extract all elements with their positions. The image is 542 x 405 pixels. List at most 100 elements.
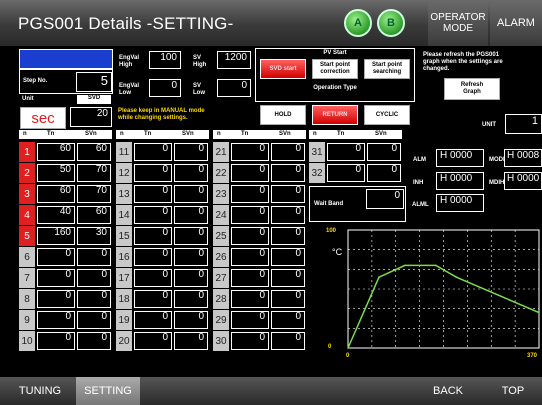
step-time-input[interactable]: 0 bbox=[327, 143, 365, 161]
step-time-input[interactable]: 0 bbox=[134, 290, 172, 308]
step-sv-input[interactable]: 0 bbox=[77, 290, 111, 308]
step-time-input[interactable]: 0 bbox=[231, 227, 269, 245]
step-sv-input[interactable]: 0 bbox=[271, 206, 305, 224]
step-sv-input[interactable]: 0 bbox=[271, 269, 305, 287]
sv-low-input[interactable]: 0 bbox=[217, 79, 251, 97]
step-time-input[interactable]: 60 bbox=[37, 143, 75, 161]
step-time-input[interactable]: 0 bbox=[134, 269, 172, 287]
step-sv-input[interactable]: 0 bbox=[174, 206, 208, 224]
step-number: 29 bbox=[213, 310, 229, 330]
step-time-input[interactable]: 0 bbox=[134, 311, 172, 329]
step-sv-input[interactable]: 0 bbox=[174, 332, 208, 350]
cyclic-button[interactable]: CYCLIC bbox=[364, 105, 410, 125]
step-time-input[interactable]: 40 bbox=[37, 206, 75, 224]
table-row: 18 0 0 bbox=[116, 289, 209, 309]
step-time-input[interactable]: 0 bbox=[231, 332, 269, 350]
step-time-input[interactable]: 0 bbox=[231, 185, 269, 203]
step-sv-input[interactable]: 0 bbox=[174, 227, 208, 245]
step-time-input[interactable]: 0 bbox=[37, 311, 75, 329]
step-sv-input[interactable]: 0 bbox=[271, 248, 305, 266]
top-button[interactable]: TOP bbox=[484, 377, 542, 405]
step-time-input[interactable]: 0 bbox=[134, 164, 172, 182]
step-number: 4 bbox=[19, 205, 35, 225]
step-time-input[interactable]: 0 bbox=[37, 248, 75, 266]
unit-box-input[interactable]: 1 bbox=[505, 114, 542, 134]
step-sv-input[interactable]: 0 bbox=[271, 164, 305, 182]
table-header: n Tn SVn bbox=[19, 130, 112, 139]
step-time-input[interactable]: 0 bbox=[134, 143, 172, 161]
step-sv-input[interactable]: 0 bbox=[271, 143, 305, 161]
step-time-input[interactable]: 0 bbox=[37, 332, 75, 350]
tuning-tab[interactable]: TUNING bbox=[8, 377, 72, 405]
step-sv-input[interactable]: 0 bbox=[174, 311, 208, 329]
step-sv-input[interactable]: 0 bbox=[271, 332, 305, 350]
engval-low-input[interactable]: 0 bbox=[149, 79, 181, 97]
step-time-input[interactable]: 60 bbox=[37, 185, 75, 203]
step-time-input[interactable]: 0 bbox=[134, 185, 172, 203]
alml-label: ALML bbox=[412, 202, 429, 208]
start-point-searching-button[interactable]: Start point searching bbox=[364, 59, 410, 79]
step-time-input[interactable]: 0 bbox=[327, 164, 365, 182]
setting-tab[interactable]: SETTING bbox=[76, 377, 140, 405]
step-sv-input[interactable]: 0 bbox=[271, 290, 305, 308]
start-point-correction-button[interactable]: Start point correction bbox=[312, 59, 358, 79]
step-sv-input[interactable]: 0 bbox=[77, 269, 111, 287]
step-sv-input[interactable]: 60 bbox=[77, 143, 111, 161]
step-sv-input[interactable]: 0 bbox=[174, 248, 208, 266]
step-number: 5 bbox=[19, 226, 35, 246]
return-button[interactable]: RETURN bbox=[312, 105, 358, 125]
table-header: n Tn SVn bbox=[116, 130, 209, 139]
step-sv-input[interactable]: 0 bbox=[77, 332, 111, 350]
step-time-input[interactable]: 0 bbox=[231, 311, 269, 329]
step-sv-input[interactable]: 0 bbox=[174, 143, 208, 161]
step-sv-input[interactable]: 0 bbox=[174, 185, 208, 203]
step-sv-input[interactable]: 0 bbox=[174, 269, 208, 287]
step-sv-input[interactable]: 0 bbox=[174, 290, 208, 308]
step-time-input[interactable]: 50 bbox=[37, 164, 75, 182]
alarm-button[interactable]: ALARM bbox=[490, 0, 542, 46]
step-sv-input[interactable]: 0 bbox=[77, 311, 111, 329]
step-time-input[interactable]: 0 bbox=[231, 269, 269, 287]
step-time-input[interactable]: 0 bbox=[231, 164, 269, 182]
step-no-input[interactable]: 5 bbox=[76, 72, 112, 92]
step-time-input[interactable]: 0 bbox=[134, 227, 172, 245]
alm-value: H 0000 bbox=[436, 149, 484, 167]
step-time-input[interactable]: 0 bbox=[37, 290, 75, 308]
svd-start-button[interactable]: SVD start bbox=[260, 59, 306, 79]
sv-high-input[interactable]: 1200 bbox=[217, 51, 251, 69]
step-sv-input[interactable]: 0 bbox=[367, 164, 401, 182]
step-time-input[interactable]: 0 bbox=[134, 206, 172, 224]
engval-high-input[interactable]: 100 bbox=[149, 51, 181, 69]
operator-mode-button[interactable]: OPERATOR MODE bbox=[428, 0, 488, 46]
wait-band-input[interactable]: 0 bbox=[366, 189, 404, 209]
step-sv-input[interactable]: 60 bbox=[77, 206, 111, 224]
svd-input[interactable]: 20 bbox=[70, 107, 112, 127]
step-time-input[interactable]: 0 bbox=[134, 332, 172, 350]
step-number: 3 bbox=[19, 184, 35, 204]
step-time-input[interactable]: 0 bbox=[37, 269, 75, 287]
back-button[interactable]: BACK bbox=[418, 377, 478, 405]
step-sv-input[interactable]: 0 bbox=[271, 311, 305, 329]
step-time-input[interactable]: 0 bbox=[231, 248, 269, 266]
step-sv-input[interactable]: 70 bbox=[77, 164, 111, 182]
step-sv-input[interactable]: 30 bbox=[77, 227, 111, 245]
table-header-n: n bbox=[217, 131, 221, 137]
step-time-input[interactable]: 0 bbox=[231, 206, 269, 224]
step-sv-input[interactable]: 0 bbox=[77, 248, 111, 266]
table-header-svn: SVn bbox=[375, 131, 387, 137]
refresh-graph-button[interactable]: Refresh Graph bbox=[444, 78, 500, 100]
step-time-input[interactable]: 0 bbox=[134, 248, 172, 266]
table-row: 13 0 0 bbox=[116, 184, 209, 204]
step-sv-input[interactable]: 0 bbox=[174, 164, 208, 182]
step-sv-input[interactable]: 70 bbox=[77, 185, 111, 203]
step-sv-input[interactable]: 0 bbox=[271, 185, 305, 203]
unit-sec-button[interactable]: sec bbox=[20, 107, 66, 129]
step-sv-input[interactable]: 0 bbox=[271, 227, 305, 245]
blue-indicator-bar bbox=[19, 49, 113, 69]
step-sv-input[interactable]: 0 bbox=[367, 143, 401, 161]
step-time-input[interactable]: 160 bbox=[37, 227, 75, 245]
step-time-input[interactable]: 0 bbox=[231, 290, 269, 308]
step-number: 32 bbox=[309, 163, 325, 183]
step-time-input[interactable]: 0 bbox=[231, 143, 269, 161]
hold-button[interactable]: HOLD bbox=[260, 105, 306, 125]
